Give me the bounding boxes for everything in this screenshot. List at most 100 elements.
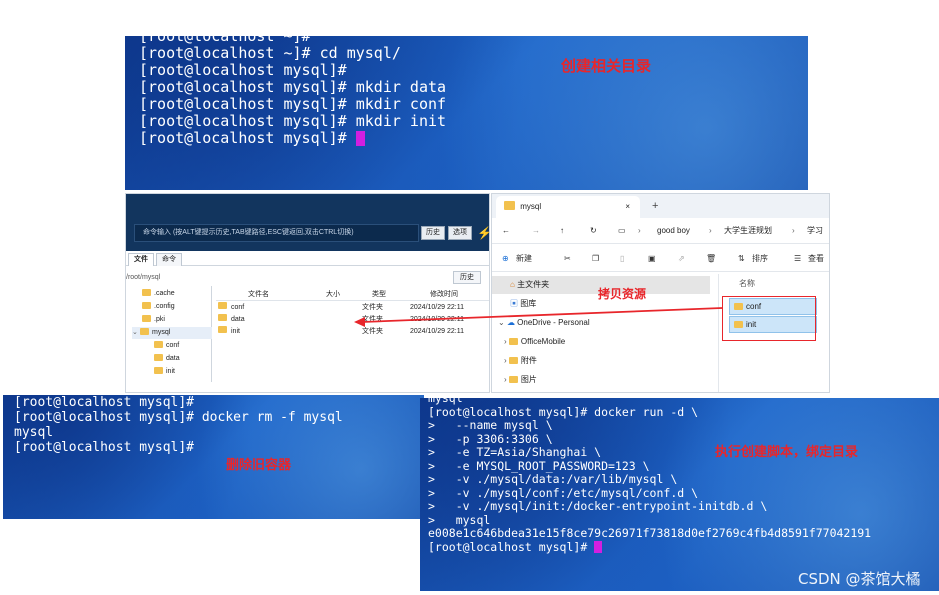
path-history-button[interactable]: 历史 — [453, 271, 481, 284]
tree-item-label: .config — [154, 303, 175, 310]
cut-icon[interactable]: ✂ — [564, 246, 571, 272]
file-name: init — [231, 328, 240, 335]
chevron-down-icon: ⌄ — [132, 329, 138, 336]
view-button[interactable]: 查看 — [808, 246, 824, 272]
breadcrumb-item[interactable]: good boy — [657, 218, 690, 244]
folder-icon — [508, 338, 518, 345]
sort-button[interactable]: 排序 — [752, 246, 768, 272]
path-field[interactable]: /root/mysql — [126, 271, 160, 284]
tree-item-cache[interactable]: .cache — [142, 288, 175, 300]
terminal-line: [root@localhost ~]# cd mysql/ — [139, 44, 401, 62]
tree-item-data[interactable]: data — [154, 353, 180, 365]
refresh-icon[interactable]: ↻ — [590, 218, 597, 244]
folder-icon — [508, 376, 518, 383]
column-type[interactable]: 类型 — [372, 289, 386, 301]
arrow-icon — [354, 307, 723, 327]
share-icon[interactable]: ⇗ — [678, 246, 685, 272]
tree-item-mysql[interactable]: ⌄ mysql — [132, 327, 212, 339]
tree-item-label: data — [166, 355, 180, 362]
nav-item-pictures[interactable]: › 图片 — [504, 371, 537, 389]
terminal-create-dirs[interactable]: [root@localhost ~]# [root@localhost ~]# … — [125, 36, 808, 190]
new-button[interactable]: 新建 — [516, 246, 532, 272]
command-input[interactable]: 命令输入 (按ALT键提示历史,TAB键路径,ESC键返回,双击CTRL切换) — [134, 224, 419, 242]
explorer-titlebar: mysql × + — [492, 194, 829, 218]
file-manager-panel: 命令输入 (按ALT键提示历史,TAB键路径,ESC键返回,双击CTRL切换) … — [125, 193, 490, 393]
tree-item-label: conf — [166, 342, 180, 349]
terminal-line: [root@localhost mysql]# mkdir conf — [139, 95, 447, 113]
tree-item-pki[interactable]: .pki — [142, 314, 165, 326]
tree-item-init[interactable]: init — [154, 366, 175, 378]
folder-icon — [218, 314, 227, 321]
up-icon[interactable]: ↑ — [560, 218, 564, 244]
terminal-prompt-line: [root@localhost mysql]# — [139, 130, 446, 147]
view-icon: ☰ — [794, 254, 802, 263]
terminal-cursor — [355, 131, 365, 146]
terminal-line: e008e1c646bdea31e15f8ce79c26971f73818d0e… — [428, 526, 872, 540]
terminal-line: > mysql — [428, 512, 491, 527]
column-size[interactable]: 大小 — [326, 289, 340, 301]
sort-icon: ⇅ — [738, 254, 745, 263]
chevron-right-icon: › — [792, 226, 795, 235]
folder-icon — [140, 328, 149, 335]
forward-icon[interactable]: → — [532, 218, 540, 244]
delete-icon[interactable]: 🗑 — [706, 246, 716, 272]
terminal-line: > -v ./mysql/init:/docker-entrypoint-ini… — [428, 499, 768, 513]
folder-icon — [508, 357, 518, 364]
rename-icon[interactable]: ▣ — [648, 246, 656, 272]
tree-item-config[interactable]: .config — [142, 301, 175, 313]
chevron-right-icon: › — [638, 226, 641, 235]
folder-icon — [142, 302, 151, 309]
tree-item-conf[interactable]: conf — [154, 340, 179, 352]
file-name: conf — [231, 304, 245, 311]
terminal-line: > -p 3306:3306 \ — [428, 431, 553, 446]
tab-commands[interactable]: 命令 — [156, 253, 182, 266]
breadcrumb-item[interactable]: 大学生涯规划 — [724, 218, 772, 244]
nav-item-officemobile[interactable]: › OfficeMobile — [504, 333, 565, 351]
copy-icon[interactable]: ❐ — [592, 246, 599, 272]
folder-icon — [504, 201, 515, 210]
options-button[interactable]: 选项 — [448, 226, 472, 240]
terminal-line: mysql — [14, 425, 54, 440]
explorer-tab[interactable]: mysql × — [496, 196, 640, 218]
terminal-line: > -e MYSQL_ROOT_PASSWORD=123 \ — [428, 458, 650, 473]
folder-icon — [142, 315, 151, 322]
annotation-remove-container: 删除旧容器 — [226, 458, 292, 473]
terminal-line: > -v ./mysql/data:/var/lib/mysql \ — [428, 472, 678, 486]
close-icon[interactable]: × — [625, 196, 630, 218]
nav-item-attachments[interactable]: › 附件 — [504, 352, 537, 370]
bolt-icon: ⚡ — [477, 225, 489, 241]
back-icon[interactable]: ← — [502, 218, 510, 244]
nav-item-label: 附件 — [520, 356, 537, 365]
annotation-copy: 拷贝资源 — [598, 287, 647, 301]
home-icon: ⌂ — [510, 280, 515, 289]
folder-icon — [218, 302, 227, 309]
terminal-prompt: [root@localhost mysql]# — [139, 129, 356, 147]
terminal-line: > -v ./mysql/conf:/etc/mysql/conf.d \ — [428, 485, 699, 500]
watermark: CSDN @茶馆大橘 — [798, 570, 921, 588]
column-mtime[interactable]: 修改时间 — [430, 289, 458, 301]
nav-item-label: 图片 — [520, 375, 537, 384]
folder-icon — [142, 289, 151, 296]
add-tab-icon[interactable]: + — [652, 194, 658, 218]
folder-icon — [218, 326, 227, 333]
highlight-box — [722, 296, 816, 341]
nav-item-label: OfficeMobile — [520, 337, 566, 346]
terminal-line: [root@localhost mysql]# docker run -d \ — [428, 404, 699, 419]
history-button[interactable]: 历史 — [421, 226, 445, 240]
column-name[interactable]: 文件名 — [248, 289, 269, 301]
tree-item-label: .pki — [154, 316, 165, 323]
paste-icon[interactable]: ▯ — [620, 246, 624, 272]
file-tabs: 文件 命令 — [126, 252, 489, 266]
annotation-run-script: 执行创建脚本，绑定目录 — [715, 445, 859, 460]
terminal-lines: [root@localhost ~]# [root@localhost ~]# … — [139, 36, 446, 147]
chevron-right-icon: › — [504, 356, 507, 365]
terminal-remove-container[interactable]: [root@localhost mysql]# [root@localhost … — [3, 395, 424, 519]
tab-files[interactable]: 文件 — [128, 253, 154, 266]
folder-tree: .cache .config .pki ⌄ mysql conf data ini… — [126, 286, 212, 382]
terminal-line: [root@localhost mysql]# docker rm -f mys… — [14, 410, 343, 425]
folder-icon — [154, 354, 163, 361]
explorer-window: mysql × + ← → ↑ ↻ ▭ › good boy › 大学生涯规划 … — [491, 193, 830, 393]
terminal-docker-run[interactable]: mysql [root@localhost mysql]# docker run… — [420, 398, 939, 591]
column-name[interactable]: 名称 — [739, 278, 755, 289]
breadcrumb-item[interactable]: 学习 — [807, 218, 823, 244]
